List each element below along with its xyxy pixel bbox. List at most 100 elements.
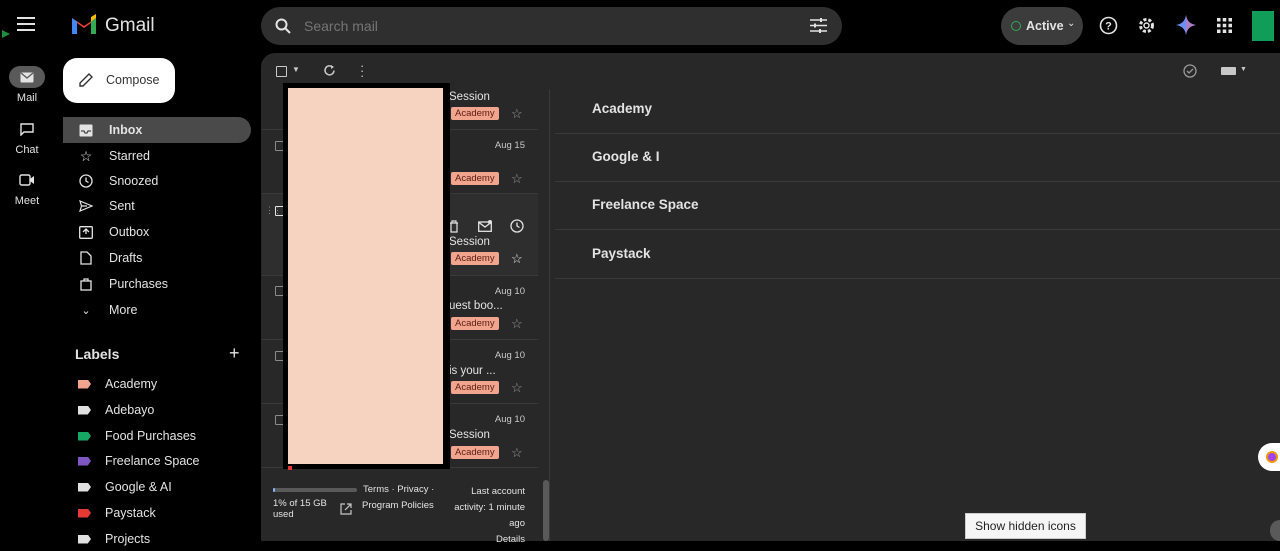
label-tag-icon — [78, 431, 91, 441]
last-activity: Last account activity: 1 minute ago Deta… — [443, 484, 525, 548]
add-label-icon[interactable]: + — [229, 343, 240, 364]
storage-text: 1% of 15 GB used — [273, 498, 327, 520]
label-adebayo-name: Adebayo — [105, 403, 155, 417]
main-menu-icon[interactable] — [17, 17, 35, 31]
rail-chat[interactable]: Chat — [0, 118, 54, 156]
label-academy[interactable]: Academy — [63, 372, 251, 396]
right-row-academy[interactable]: Academy — [555, 86, 1280, 134]
caret-down-icon[interactable]: ▼ — [1240, 66, 1247, 73]
label-freelance-space[interactable]: Freelance Space — [63, 449, 251, 473]
mark-unread-icon[interactable] — [478, 220, 492, 232]
nav-purchases[interactable]: Purchases — [63, 271, 251, 297]
nav-more-label: More — [109, 303, 138, 317]
program-policies-link[interactable]: Program Policies — [362, 500, 434, 511]
label-food-purchases[interactable]: Food Purchases — [63, 424, 251, 448]
right-row-google-i-label: Google & I — [592, 149, 660, 164]
right-row-academy-label: Academy — [592, 101, 653, 116]
nav-more[interactable]: ⌄ More — [63, 297, 251, 323]
rail-mail-label: Mail — [16, 92, 38, 104]
nav-snoozed[interactable]: Snoozed — [63, 168, 251, 194]
labels-heading: Labels — [75, 346, 120, 362]
right-row-paystack[interactable]: Paystack — [555, 231, 1280, 279]
label-google-ai[interactable]: Google & AI — [63, 475, 251, 499]
star-icon[interactable]: ☆ — [511, 380, 523, 396]
label-badge[interactable]: Academy — [451, 252, 499, 265]
right-row-paystack-label: Paystack — [592, 246, 651, 261]
storage-bar — [273, 488, 357, 492]
redaction-overlay — [288, 88, 443, 464]
label-paystack[interactable]: Paystack — [63, 501, 251, 525]
label-tag-icon — [78, 534, 91, 544]
label-badge[interactable]: Academy — [451, 317, 499, 330]
rail-meet-label: Meet — [14, 195, 40, 207]
gemini-icon[interactable] — [1176, 15, 1196, 35]
apps-grid-icon[interactable] — [1217, 18, 1232, 33]
snooze-clock-icon[interactable] — [510, 219, 524, 233]
label-projects[interactable]: Projects — [63, 527, 251, 551]
label-food-purchases-name: Food Purchases — [105, 429, 197, 443]
keyboard-icon[interactable] — [1221, 67, 1236, 75]
search-bar[interactable] — [261, 7, 842, 45]
row-snippet: uest boo... — [449, 300, 503, 312]
compose-label: Compose — [106, 73, 160, 87]
star-icon[interactable]: ☆ — [511, 106, 523, 122]
nav-inbox[interactable]: Inbox — [63, 117, 251, 143]
row-snippet: Session — [449, 91, 490, 103]
nav-sent[interactable]: Sent — [63, 193, 251, 219]
rail-meet[interactable]: Meet — [0, 169, 54, 207]
rail-mail[interactable]: Mail — [0, 66, 54, 104]
select-all-checkbox[interactable] — [276, 66, 287, 77]
label-paystack-name: Paystack — [105, 506, 156, 520]
search-options-icon[interactable] — [810, 18, 827, 33]
pane-divider[interactable] — [549, 89, 550, 541]
mail-icon — [9, 66, 45, 88]
nav-starred[interactable]: ☆ Starred — [63, 143, 251, 169]
gmail-logo[interactable] — [70, 13, 98, 40]
no-filter-icon[interactable] — [1183, 64, 1197, 78]
account-avatar[interactable] — [1252, 11, 1274, 41]
settings-gear-icon[interactable] — [1137, 16, 1156, 35]
right-row-freelance-space[interactable]: Freelance Space — [555, 182, 1280, 230]
delete-icon[interactable] — [449, 220, 459, 233]
label-badge[interactable]: Academy — [451, 381, 499, 394]
nav-sent-label: Sent — [109, 199, 135, 213]
search-input[interactable] — [304, 16, 784, 36]
last-activity-line-2: activity: 1 minute — [454, 502, 525, 513]
label-adebayo[interactable]: Adebayo — [63, 398, 251, 422]
star-icon: ☆ — [79, 147, 93, 164]
star-icon[interactable]: ☆ — [511, 251, 523, 267]
nav-drafts[interactable]: Drafts — [63, 245, 251, 271]
nav-snoozed-label: Snoozed — [109, 174, 159, 188]
search-icon[interactable] — [275, 18, 291, 34]
side-panel-toggle[interactable] — [1258, 443, 1280, 471]
compose-button[interactable]: Compose — [63, 58, 175, 103]
svg-text:?: ? — [1105, 21, 1112, 33]
nav-purchases-label: Purchases — [109, 277, 169, 291]
caret-down-icon[interactable]: ▼ — [292, 65, 300, 74]
open-external-icon[interactable] — [340, 503, 352, 515]
status-button[interactable]: Active ⌄ — [1001, 7, 1083, 45]
send-icon — [77, 200, 95, 212]
details-link[interactable]: Details — [443, 532, 525, 548]
star-icon[interactable]: ☆ — [511, 171, 523, 187]
right-row-google-i[interactable]: Google & I — [555, 134, 1280, 182]
star-icon[interactable]: ☆ — [511, 445, 523, 461]
star-icon[interactable]: ☆ — [511, 316, 523, 332]
label-tag-icon — [78, 482, 91, 492]
help-icon[interactable]: ? — [1099, 16, 1118, 35]
inbox-icon — [77, 124, 95, 137]
refresh-icon[interactable] — [323, 64, 336, 77]
label-badge[interactable]: Academy — [451, 446, 499, 459]
terms-privacy-link[interactable]: Terms · Privacy · — [363, 484, 434, 495]
label-badge[interactable]: Academy — [451, 107, 499, 120]
row-snippet: is your ... — [449, 365, 496, 377]
nav-outbox[interactable]: Outbox — [63, 219, 251, 245]
label-tag-icon — [78, 456, 91, 466]
bag-icon — [77, 277, 95, 291]
label-academy-name: Academy — [105, 377, 158, 391]
label-badge[interactable]: Academy — [451, 172, 499, 185]
row-snippet: Session — [449, 429, 490, 441]
more-options-icon[interactable]: · · · — [360, 59, 364, 82]
video-icon — [9, 169, 45, 191]
app-rail: Mail Chat Meet — [0, 0, 54, 541]
